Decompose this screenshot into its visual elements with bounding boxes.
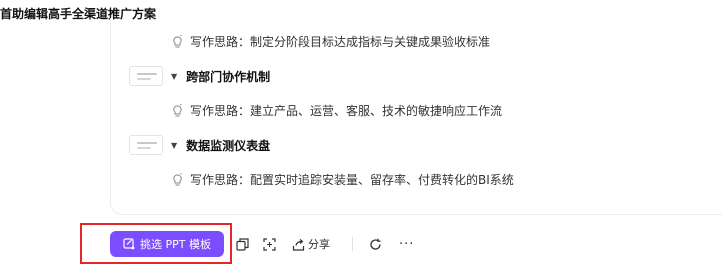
outline-heading-text: 跨部门协作机制 <box>186 69 271 84</box>
choose-ppt-template-label: 挑选 PPT 模板 <box>140 238 211 251</box>
edit-template-icon <box>123 238 135 250</box>
screenshot-button[interactable] <box>263 234 276 254</box>
copy-button[interactable] <box>236 234 249 254</box>
caret-down-icon[interactable]: ▼ <box>171 141 177 150</box>
slide-thumbnail <box>129 66 163 86</box>
writing-idea: 写作思路：制定分阶段目标达成指标与关键成果验收标准 <box>172 33 490 50</box>
slide-thumbnail <box>129 135 163 155</box>
share-label: 分享 <box>308 238 330 251</box>
writing-idea-text: 写作思路：制定分阶段目标达成指标与关键成果验收标准 <box>190 35 491 49</box>
more-button[interactable]: ··· <box>399 234 414 254</box>
writing-idea: 写作思路：建立产品、运营、客服、技术的敏捷响应工作流 <box>172 102 502 119</box>
screenshot-icon <box>263 237 276 251</box>
toolbar-divider <box>352 237 353 251</box>
outline-heading-text: 数据监测仪表盘 <box>186 138 271 153</box>
share-icon <box>292 238 305 251</box>
share-button[interactable]: 分享 <box>292 234 330 254</box>
caret-down-icon[interactable]: ▼ <box>171 72 177 81</box>
outline-heading[interactable]: ▼ 数据监测仪表盘 <box>129 135 270 155</box>
writing-idea-text: 写作思路：建立产品、运营、客服、技术的敏捷响应工作流 <box>190 104 503 118</box>
writing-idea: 写作思路：配置实时追踪安装量、留存率、付费转化的BI系统 <box>172 171 514 188</box>
lightbulb-icon <box>172 103 184 118</box>
writing-idea-text: 写作思路：配置实时追踪安装量、留存率、付费转化的BI系统 <box>190 173 514 187</box>
refresh-icon <box>369 238 382 251</box>
lightbulb-icon <box>172 34 184 49</box>
more-icon: ··· <box>399 236 415 252</box>
choose-ppt-template-button[interactable]: 挑选 PPT 模板 <box>110 231 224 257</box>
regenerate-button[interactable] <box>369 234 382 254</box>
lightbulb-icon <box>172 172 184 187</box>
copy-icon <box>236 237 249 251</box>
outline-heading[interactable]: ▼ 跨部门协作机制 <box>129 66 270 86</box>
page: 首助编辑高手全渠道推广方案 写作思路：制定分阶段目标达成指标与关键成果验收标准 … <box>0 0 722 270</box>
